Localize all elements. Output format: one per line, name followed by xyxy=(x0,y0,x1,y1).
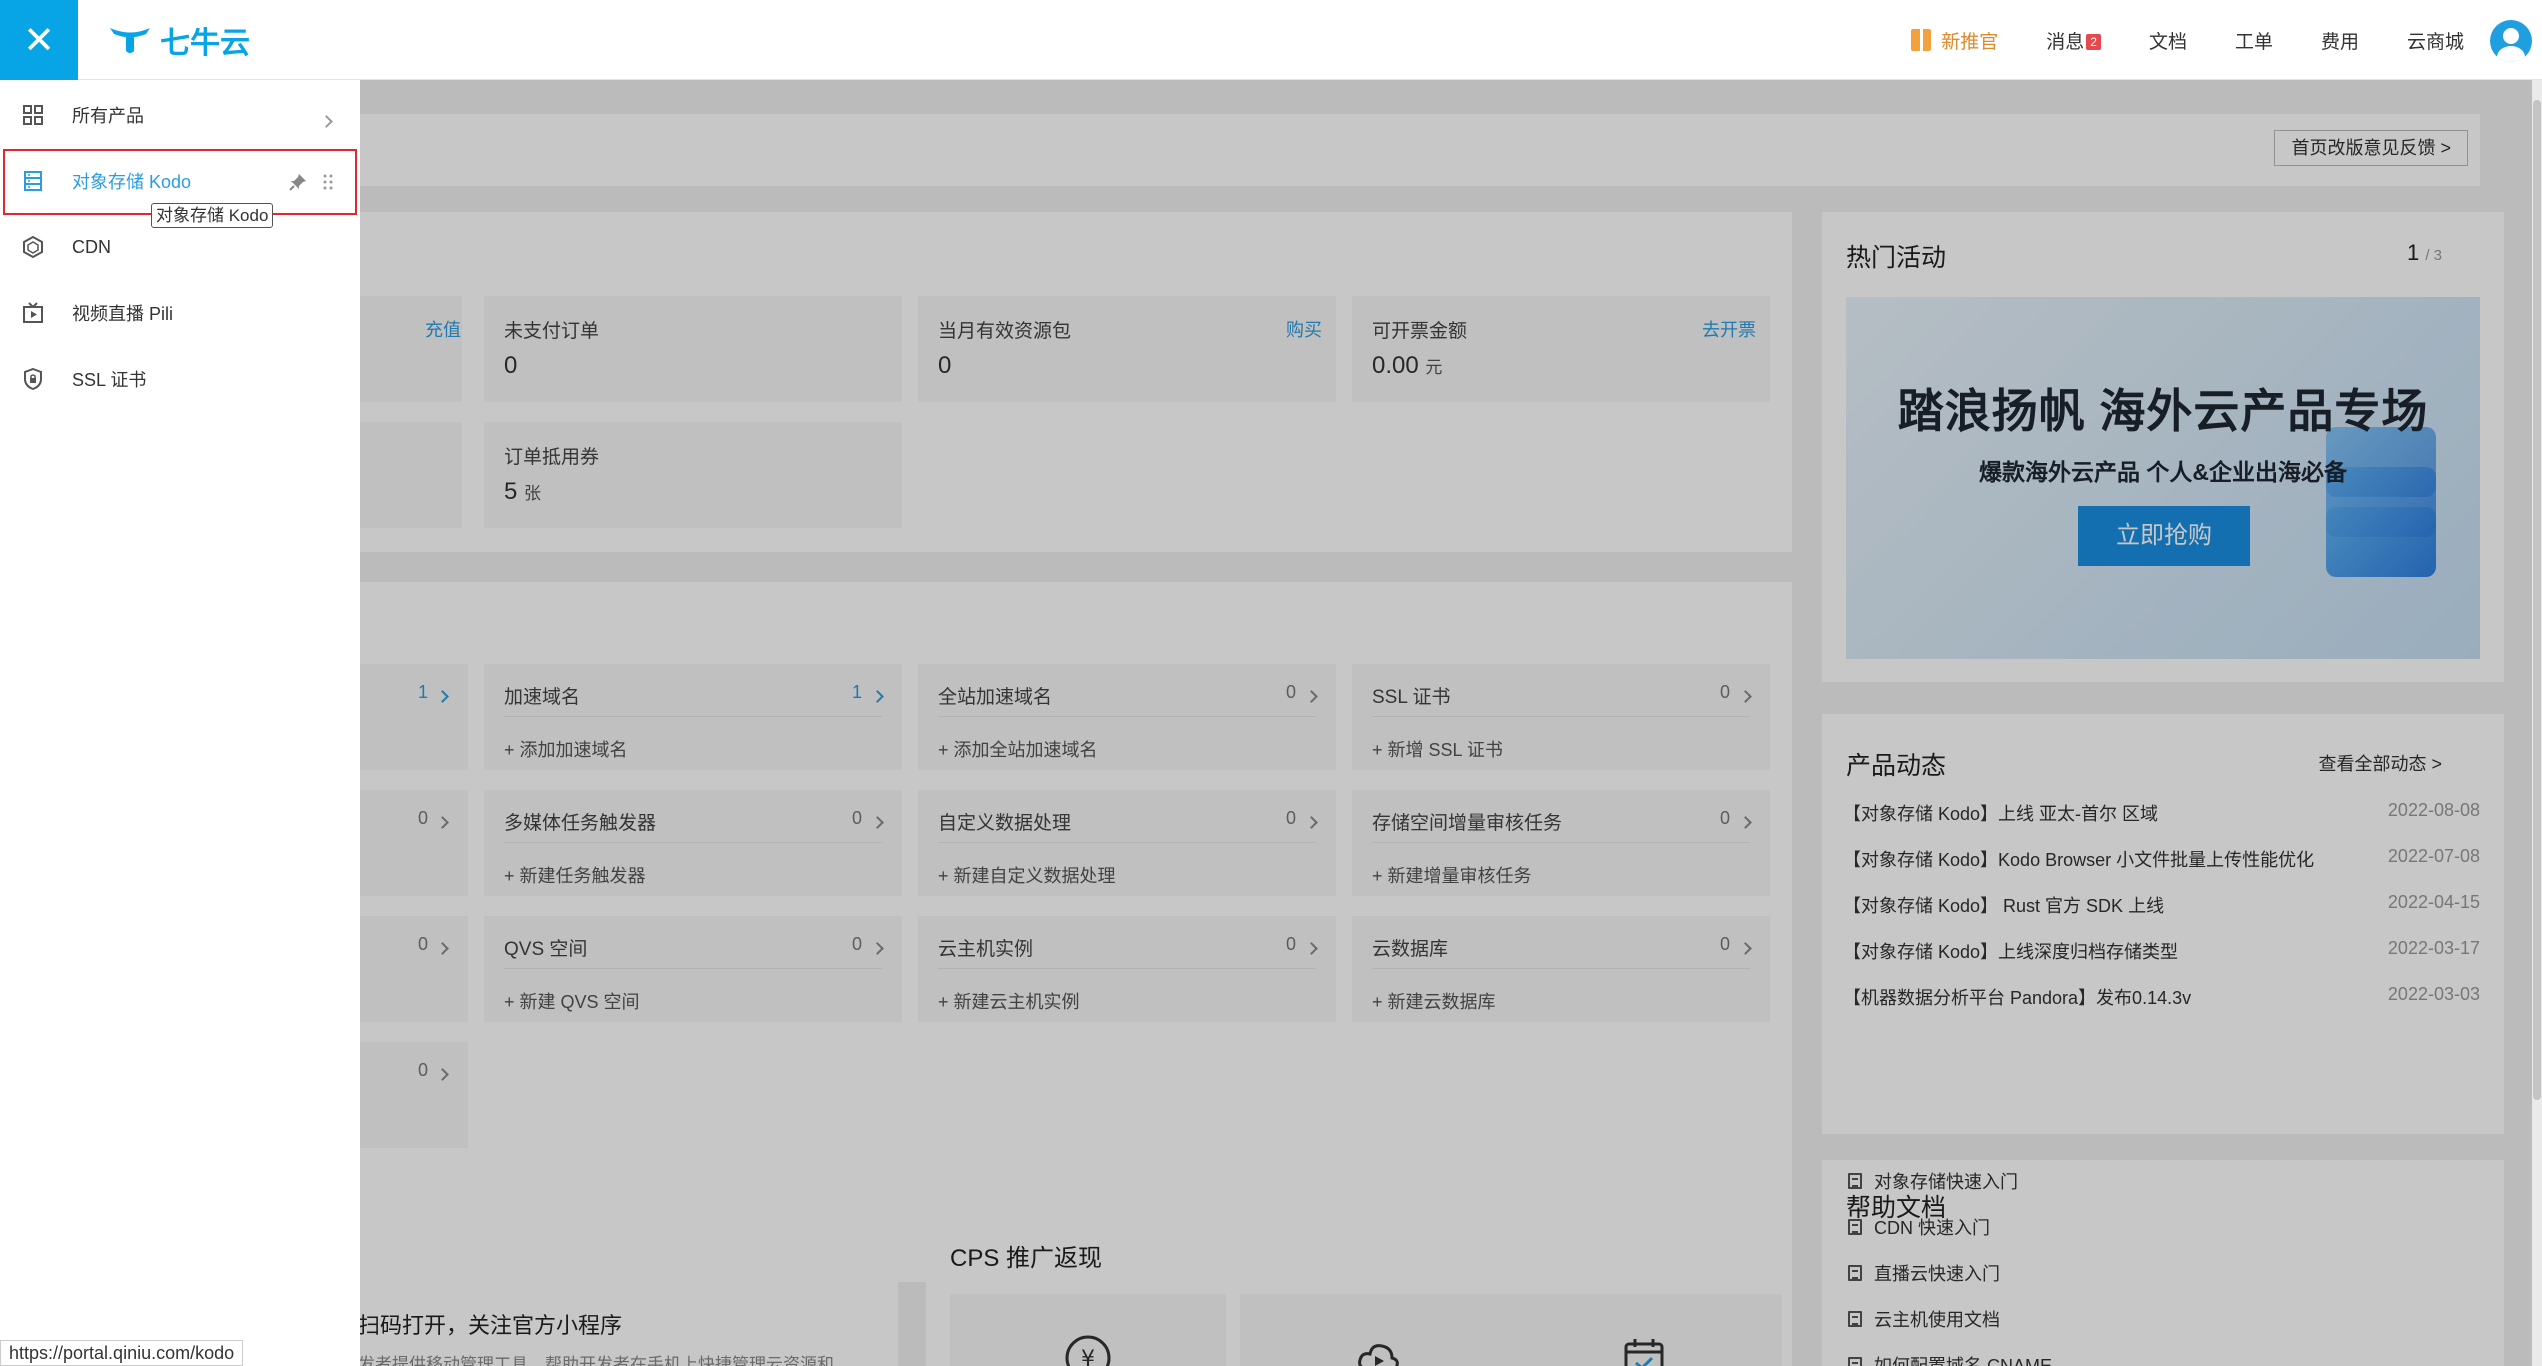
grid-icon xyxy=(23,105,43,125)
sidebar-item-ssl[interactable]: SSL 证书 xyxy=(0,346,360,412)
sidebar-item-pili[interactable]: 视频直播 Pili xyxy=(0,280,360,346)
scrollbar-thumb[interactable] xyxy=(2533,100,2541,1100)
cdn-hexagon-icon xyxy=(23,236,43,258)
messages-badge: 2 xyxy=(2086,34,2101,51)
messages-label: 消息 xyxy=(2046,31,2085,53)
newbie-label: 新推官 xyxy=(1941,31,1999,53)
user-avatar[interactable] xyxy=(2490,20,2532,62)
product-sidebar: 所有产品 对象存储 Kodo 对象存储 Kodo CDN 视频直播 Pili S… xyxy=(0,80,360,1366)
close-menu-button[interactable]: ✕ xyxy=(0,0,78,80)
sidebar-item-label: SSL 证书 xyxy=(72,370,147,390)
live-video-icon xyxy=(23,302,43,323)
chevron-right-icon xyxy=(320,115,333,128)
close-icon: ✕ xyxy=(23,19,55,62)
modal-overlay[interactable] xyxy=(0,80,2542,1366)
sidebar-item-label: 视频直播 Pili xyxy=(72,304,174,324)
top-navigation-bar: ✕ 七牛云 新推官 消息 2 文档 工单 费用 云商城 xyxy=(0,0,2542,80)
tickets-link[interactable]: 工单 xyxy=(2235,27,2273,54)
logo-text: 七牛云 xyxy=(160,27,250,60)
status-bar-url: https://portal.qiniu.com/kodo xyxy=(0,1340,244,1366)
qiniu-logo[interactable]: 七牛云 xyxy=(108,22,250,60)
newbie-link[interactable]: 新推官 xyxy=(1911,27,1998,54)
billing-link[interactable]: 费用 xyxy=(2321,27,2359,54)
top-nav: 新推官 消息 2 文档 工单 费用 云商城 xyxy=(1911,0,2464,80)
qiniu-logo-icon xyxy=(110,28,150,53)
docs-link[interactable]: 文档 xyxy=(2149,27,2187,54)
shield-icon xyxy=(24,368,42,390)
sidebar-item-label: CDN xyxy=(72,236,111,257)
messages-link[interactable]: 消息 2 xyxy=(2046,27,2101,54)
sidebar-tooltip: 对象存储 Kodo xyxy=(151,203,274,228)
sidebar-item-label: 所有产品 xyxy=(72,106,144,126)
gift-icon xyxy=(1911,29,1932,51)
marketplace-link[interactable]: 云商城 xyxy=(2407,27,2464,54)
sidebar-item-all-products[interactable]: 所有产品 xyxy=(0,82,360,148)
